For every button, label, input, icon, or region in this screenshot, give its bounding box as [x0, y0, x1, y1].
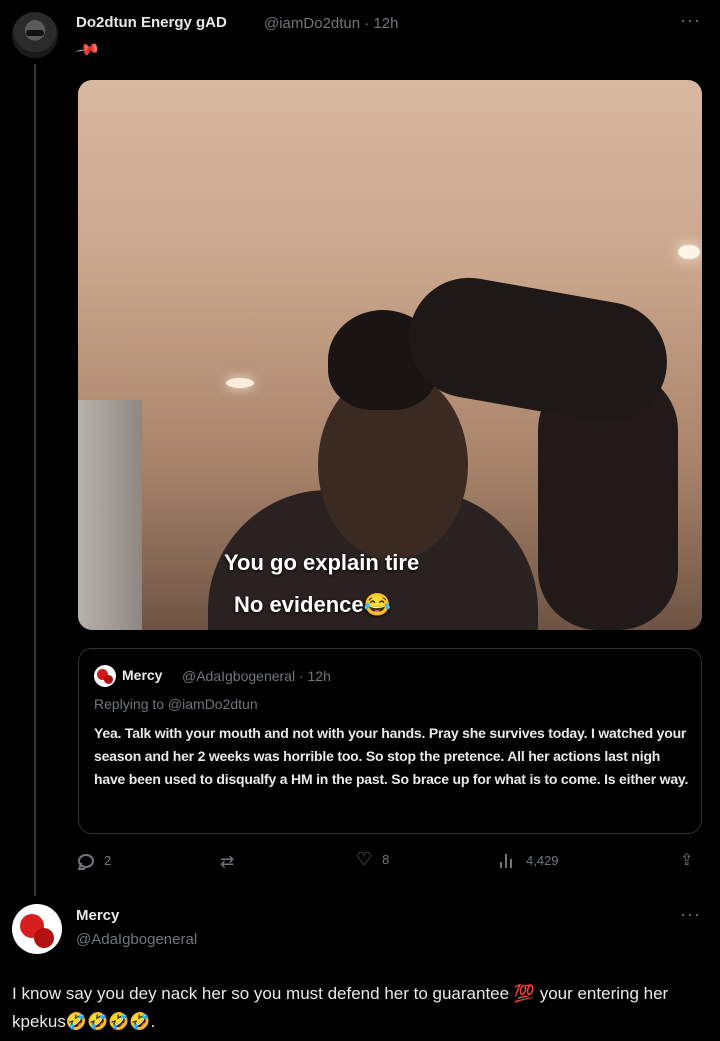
thread-line — [34, 64, 36, 896]
retweet-button[interactable]: ⇄ — [220, 853, 244, 870]
like-button[interactable]: ♡ 8 — [356, 850, 389, 868]
quoted-replying-to: Replying to @iamDo2dtun — [94, 696, 258, 712]
author-handle-time[interactable]: @iamDo2dtun · 12h — [264, 15, 398, 32]
author-handle[interactable]: @AdaIgbogeneral — [76, 931, 197, 948]
quoted-tweet-text: Yea. Talk with your mouth and not with y… — [94, 725, 689, 787]
reply-count: 2 — [104, 853, 112, 868]
retweet-icon: ⇄ — [220, 852, 235, 871]
like-count: 8 — [382, 851, 390, 867]
share-icon: ⇪ — [680, 852, 694, 869]
quoted-avatar — [94, 665, 116, 687]
avatar[interactable] — [12, 904, 62, 954]
author-name[interactable]: Do2dtun Energy gAD — [76, 14, 227, 31]
video-caption-line-2: No evidence😂 — [234, 592, 391, 617]
more-options-icon[interactable]: ··· — [680, 10, 701, 31]
quoted-author-name: Mercy — [122, 667, 163, 683]
views-count: 4,429 — [526, 853, 559, 868]
quoted-author-handle-time: @AdaIgbogeneral · 12h — [182, 668, 331, 684]
views-icon — [500, 853, 516, 868]
avatar[interactable] — [12, 12, 58, 58]
more-options-icon[interactable]: ··· — [680, 904, 701, 925]
tweet-text: I know say you dey nack her so you must … — [12, 984, 669, 1031]
pin-icon: 📌 — [74, 37, 101, 64]
author-name[interactable]: Mercy — [76, 907, 119, 924]
video-caption-line-1: You go explain tire — [224, 550, 420, 575]
tweet-video[interactable]: You go explain tire No evidence😂 — [78, 80, 702, 630]
views-button[interactable]: 4,429 — [500, 853, 559, 868]
share-button[interactable]: ⇪ — [680, 853, 693, 869]
reply-button[interactable]: 2 — [78, 853, 111, 868]
reply-icon — [78, 853, 94, 868]
heart-icon: ♡ — [356, 849, 373, 869]
